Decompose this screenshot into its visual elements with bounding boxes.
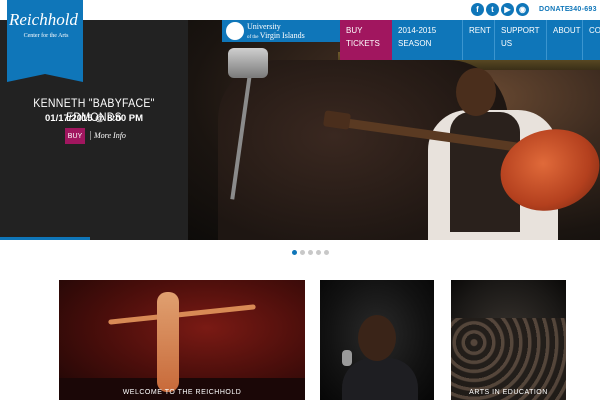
rss-icon[interactable]: ◉: [516, 3, 529, 16]
logo-wordmark: Reichhold: [9, 10, 78, 29]
uvi-name-sub: of the Virgin Islands: [247, 31, 305, 40]
uvi-name: University: [247, 22, 281, 31]
top-bar: f t ▶ ◉ DONATE 340-693: [0, 0, 600, 20]
tile-welcome[interactable]: WELCOME TO THE REICHHOLD: [59, 280, 305, 400]
slider-dot[interactable]: [300, 250, 305, 255]
slider-dot[interactable]: [308, 250, 313, 255]
slider-dot[interactable]: [292, 250, 297, 255]
more-info-link[interactable]: More Info: [90, 131, 126, 140]
tile-arts-in-education[interactable]: ARTS IN EDUCATION: [451, 280, 566, 400]
youtube-icon[interactable]: ▶: [501, 3, 514, 16]
slider-dot[interactable]: [324, 250, 329, 255]
page: f t ▶ ◉ DONATE 340-693 KENNETH "BABYFACE…: [0, 0, 600, 400]
nav-rent[interactable]: RENT: [462, 20, 494, 60]
panel-accent-bar: [0, 237, 90, 240]
performance-date: 01/17/2015 @ 8:00 PM: [45, 113, 143, 124]
nav-season[interactable]: 2014-2015 SEASON: [392, 20, 462, 60]
tile-label: ARTS IN EDUCATION: [469, 389, 548, 396]
facebook-icon[interactable]: f: [471, 3, 484, 16]
nav-support-us[interactable]: SUPPORT US: [494, 20, 546, 60]
nav-contact[interactable]: CO: [582, 20, 600, 60]
logo-ribbon: [7, 74, 83, 82]
nav-about[interactable]: ABOUT: [546, 20, 582, 60]
uvi-seal-icon: [226, 22, 244, 40]
social-links: f t ▶ ◉: [471, 3, 529, 16]
hero-buy-button[interactable]: BUY: [65, 128, 85, 144]
donate-link[interactable]: DONATE: [539, 6, 570, 13]
slider-dots: [292, 250, 329, 255]
logo-subtitle: Center for the Arts: [23, 33, 69, 39]
microphone-image: [342, 350, 352, 366]
tile-label: WELCOME TO THE REICHHOLD: [122, 389, 242, 396]
phone-number: 340-693: [569, 6, 597, 13]
tile-featured-artist[interactable]: [320, 280, 434, 400]
twitter-icon[interactable]: t: [486, 3, 499, 16]
nav-buy-tickets[interactable]: BUY TICKETS: [340, 20, 392, 60]
slider-dot[interactable]: [316, 250, 321, 255]
